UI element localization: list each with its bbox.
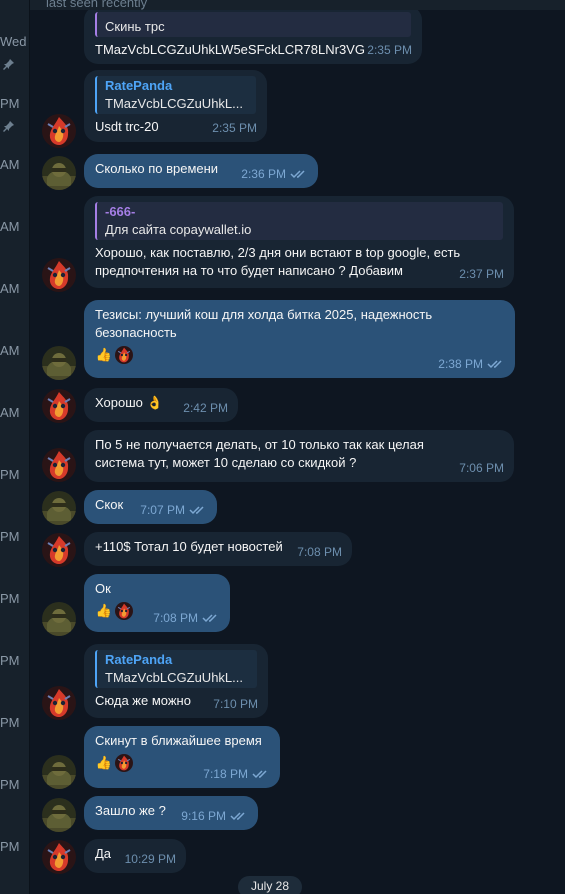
message-meta: 7:18 PM	[203, 765, 270, 783]
message-time: 2:35 PM	[367, 43, 412, 57]
pin-icon	[3, 58, 15, 70]
message-meta: 7:06 PM	[459, 459, 504, 477]
double-check-icon	[230, 811, 248, 821]
message-time: 7:07 PM	[140, 503, 185, 517]
chat-header[interactable]: last seen recently	[30, 0, 565, 10]
message-time: 2:38 PM	[438, 357, 483, 371]
chat-list-time: AM	[0, 219, 20, 234]
avatar-ratepanda[interactable]	[42, 840, 76, 874]
fire-avatar-reaction-icon[interactable]	[115, 602, 133, 620]
message-text: Скинут в ближайшее время	[95, 733, 262, 748]
message-meta: 2:38 PM	[438, 355, 505, 373]
double-check-icon	[202, 613, 220, 623]
chat-list-time: AM	[0, 281, 20, 296]
pin-icon	[3, 120, 15, 132]
avatar-self[interactable]	[42, 491, 76, 525]
message-meta: 2:35 PM	[367, 41, 412, 59]
double-check-icon	[487, 359, 505, 369]
chat-list-time: AM	[0, 343, 20, 358]
chat-list-time: PM	[0, 653, 20, 668]
thumbs-up-reaction-icon[interactable]: 👍	[95, 346, 113, 364]
message-time: 7:10 PM	[213, 697, 258, 711]
message-text: TMazVcbLCGZuUhkLW5eSFckLCR78LNr3VG	[95, 42, 365, 57]
message-bubble-outgoing[interactable]: Скок 7:07 PM	[84, 490, 217, 524]
message-bubble-incoming[interactable]: +110$ Тотал 10 будет новостей 7:08 PM	[84, 532, 352, 566]
chat-list-time: PM	[0, 467, 20, 482]
message-bubble-outgoing[interactable]: Зашло же ? 9:16 PM	[84, 796, 258, 830]
double-check-icon	[189, 505, 207, 515]
avatar-self[interactable]	[42, 346, 76, 380]
message-text: Хорошо, как поставлю, 2/3 дня они встают…	[95, 245, 461, 278]
message-bubble-incoming[interactable]: Скинь трс TMazVcbLCGZuUhkLW5eSFckLCR78LN…	[84, 10, 422, 64]
message-time: 10:29 PM	[124, 852, 176, 866]
reply-quote[interactable]: -666- Для сайта copaywallet.io	[95, 202, 503, 240]
avatar-ratepanda[interactable]	[42, 686, 76, 720]
chat-list-time: PM	[0, 777, 20, 792]
message-time: 7:08 PM	[153, 611, 198, 625]
chat-list-time: PM	[0, 715, 20, 730]
chat-list-time: AM	[0, 157, 20, 172]
message-bubble-incoming[interactable]: RatePanda TMazVcbLCGZuUhkL... Usdt trc-2…	[84, 70, 267, 142]
reply-quote[interactable]: Скинь трс	[95, 12, 411, 37]
message-bubble-incoming[interactable]: Да 10:29 PM	[84, 839, 186, 873]
message-meta: 2:36 PM	[241, 165, 308, 183]
fire-avatar-reaction-icon[interactable]	[115, 754, 133, 772]
date-separator: July 28	[238, 876, 302, 894]
reply-quote[interactable]: RatePanda TMazVcbLCGZuUhkL...	[95, 650, 257, 688]
avatar-self[interactable]	[42, 755, 76, 789]
chat-list-time: Wed	[0, 34, 27, 49]
message-time: 2:37 PM	[459, 267, 504, 281]
avatar-self[interactable]	[42, 602, 76, 636]
message-meta: 2:35 PM	[212, 119, 257, 137]
message-time: 7:08 PM	[297, 545, 342, 559]
thumbs-up-reaction-icon[interactable]: 👍	[95, 602, 113, 620]
avatar-ratepanda[interactable]	[42, 448, 76, 482]
double-check-icon	[290, 169, 308, 179]
message-meta: 7:08 PM	[153, 609, 220, 627]
chat-list-time: PM	[0, 96, 20, 111]
message-bubble-incoming[interactable]: Хорошо 👌 2:42 PM	[84, 388, 238, 422]
message-meta: 2:42 PM	[183, 399, 228, 417]
message-time: 2:42 PM	[183, 401, 228, 415]
message-bubble-outgoing[interactable]: Ок 👍 7:08 PM	[84, 574, 230, 632]
message-time: 9:16 PM	[181, 809, 226, 823]
chat-list-time: AM	[0, 405, 20, 420]
last-seen-status: last seen recently	[46, 0, 148, 10]
avatar-ratepanda[interactable]	[42, 389, 76, 423]
message-meta: 10:29 PM	[125, 850, 176, 868]
chat-list-time: PM	[0, 839, 20, 854]
double-check-icon	[252, 769, 270, 779]
message-meta: 7:07 PM	[140, 501, 207, 519]
thumbs-up-reaction-icon[interactable]: 👍	[95, 754, 113, 772]
message-time: 7:18 PM	[203, 767, 248, 781]
message-time: 2:36 PM	[241, 167, 286, 181]
chat-list-strip: Wed PM AM AM AM AM AM PM PM PM PM PM PM …	[0, 0, 30, 894]
reply-quote[interactable]: RatePanda TMazVcbLCGZuUhkL...	[95, 76, 256, 114]
message-text: По 5 не получается делать, от 10 только …	[95, 437, 424, 470]
avatar-ratepanda[interactable]	[42, 533, 76, 567]
message-meta: 7:10 PM	[213, 695, 258, 713]
chat-list-time: PM	[0, 529, 20, 544]
message-meta: 2:37 PM	[459, 265, 504, 283]
avatar-ratepanda[interactable]	[42, 258, 76, 292]
fire-avatar-reaction-icon[interactable]	[115, 346, 133, 364]
message-bubble-outgoing[interactable]: Сколько по времени 2:36 PM	[84, 154, 318, 188]
message-bubble-outgoing[interactable]: Тезисы: лучший кош для холда битка 2025,…	[84, 300, 515, 378]
avatar-self[interactable]	[42, 798, 76, 832]
avatar-self[interactable]	[42, 156, 76, 190]
message-time: 7:06 PM	[459, 461, 504, 475]
message-meta: 7:08 PM	[297, 543, 342, 561]
message-list[interactable]: Скинь трс TMazVcbLCGZuUhkLW5eSFckLCR78LN…	[30, 10, 565, 894]
message-bubble-incoming[interactable]: RatePanda TMazVcbLCGZuUhkL... Сюда же мо…	[84, 644, 268, 718]
message-bubble-incoming[interactable]: -666- Для сайта copaywallet.io Хорошо, к…	[84, 196, 514, 288]
message-time: 2:35 PM	[212, 121, 257, 135]
message-meta: 9:16 PM	[181, 807, 248, 825]
avatar-ratepanda[interactable]	[42, 114, 76, 148]
message-bubble-outgoing[interactable]: Скинут в ближайшее время 👍 7:18 PM	[84, 726, 280, 788]
message-bubble-incoming[interactable]: По 5 не получается делать, от 10 только …	[84, 430, 514, 482]
message-text: Тезисы: лучший кош для холда битка 2025,…	[95, 307, 433, 340]
message-text: Ок	[95, 581, 111, 596]
chat-list-time: PM	[0, 591, 20, 606]
